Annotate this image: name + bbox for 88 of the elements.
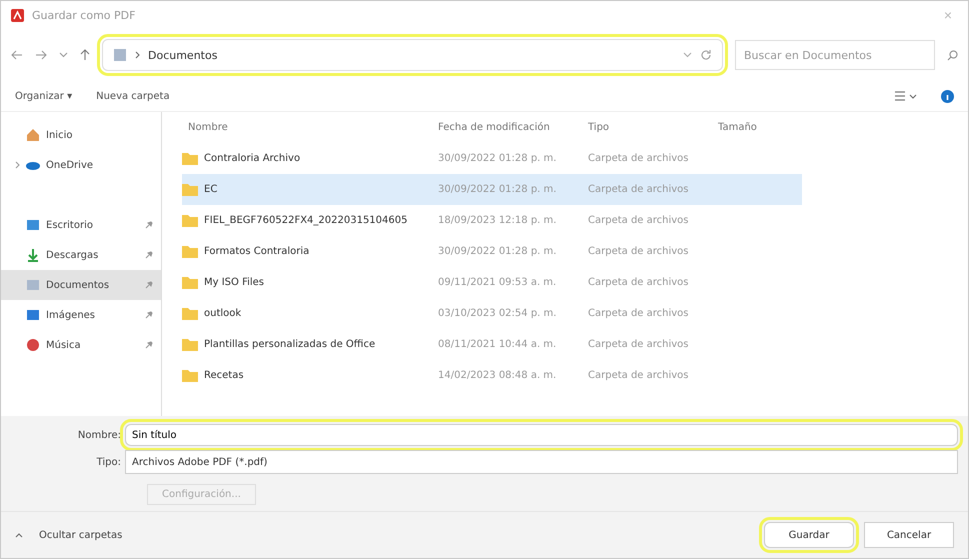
file-row[interactable]: outlook 03/10/2023 02:54 p. m. Carpeta de archivos [182, 298, 802, 329]
up-arrow-icon[interactable] [80, 49, 90, 61]
folder-icon [182, 183, 198, 196]
chevron-down-icon[interactable] [683, 52, 692, 58]
document-icon [113, 48, 127, 62]
filetype-dropdown[interactable]: Archivos Adobe PDF (*.pdf) [125, 450, 958, 474]
file-row[interactable]: My ISO Files 09/11/2021 09:53 a. m. Carpeta de archivos [182, 267, 802, 298]
folder-icon [182, 214, 198, 227]
type-cell-text: Carpeta de archivos [587, 215, 690, 226]
search-field[interactable]: Buscar en Documentos [735, 40, 935, 70]
new-folder-button[interactable]: Nueva carpeta [96, 90, 871, 102]
type-cell-text: Carpeta de archivos [587, 308, 690, 319]
date-cell-text: 30/09/2022 01:28 p. m. [437, 153, 558, 164]
chevron-right-icon [135, 51, 140, 59]
sidebar-label: Imágenes [46, 310, 96, 320]
chevron-down-icon[interactable] [59, 52, 68, 58]
folder-icon [182, 245, 198, 258]
column-header[interactable]: Tamaño [712, 122, 792, 133]
date-cell-text: 18/09/2023 12:18 p. m. [437, 215, 558, 226]
file-row[interactable]: Plantillas personalizadas de Office 08/11/2021 10:44 a. m. Carpeta de archivos [182, 329, 802, 360]
folder-icon [182, 307, 198, 320]
sidebar-item[interactable]: Imágenes [1, 300, 161, 330]
type-cell-text: Carpeta de archivos [587, 153, 690, 164]
sidebar-item[interactable]: Música [1, 330, 161, 360]
expand-chevron-icon[interactable] [15, 161, 20, 169]
image-icon [26, 308, 40, 322]
filename-label: Nombre: [76, 430, 121, 440]
sidebar-label: OneDrive [46, 160, 94, 170]
date-cell-text: 14/02/2023 08:48 a. m. [437, 370, 558, 381]
file-name: Recetas [182, 369, 432, 382]
forward-arrow-icon[interactable] [35, 50, 47, 60]
file-name: outlook [182, 307, 432, 320]
folder-icon [182, 276, 198, 289]
back-arrow-icon[interactable] [11, 50, 23, 60]
file-row[interactable]: EC 30/09/2022 01:28 p. m. Carpeta de archivos [182, 174, 802, 205]
date-cell-text: 30/09/2022 01:28 p. m. [437, 184, 558, 195]
file-row[interactable]: Recetas 14/02/2023 08:48 a. m. Carpeta de archivos [182, 360, 802, 391]
desktop-icon [26, 218, 40, 232]
file-name: Contraloria Archivo [182, 152, 432, 165]
sidebar-item[interactable]: Descargas [1, 240, 161, 270]
download-icon [26, 248, 40, 262]
search-icon[interactable] [947, 50, 958, 60]
cancel-button[interactable]: Cancelar [864, 522, 954, 548]
view-menu-icon[interactable] [895, 91, 917, 101]
file-name: EC [182, 183, 432, 196]
column-header[interactable]: Tipo [582, 122, 712, 133]
folder-icon [182, 369, 198, 382]
sidebar-item[interactable]: Documentos [1, 270, 161, 300]
sidebar-label: Inicio [46, 130, 74, 140]
date-cell-text: 08/11/2021 10:44 a. m. [437, 339, 558, 350]
document-icon [26, 278, 40, 292]
type-cell-text: Carpeta de archivos [587, 277, 690, 288]
file-row[interactable]: FIEL_BEGF760522FX4_20220315104605 18/09/2023 12:18 p. m. Carpeta de archivos [182, 205, 802, 236]
folder-icon [182, 152, 198, 165]
file-row[interactable]: Contraloria Archivo 30/09/2022 01:28 p. m. Carpeta de archivos [182, 143, 802, 174]
music-icon [26, 338, 40, 352]
file-name: Plantillas personalizadas de Office [182, 338, 432, 351]
help-icon[interactable] [941, 90, 954, 102]
sidebar-label: Escritorio [46, 220, 94, 230]
address-location: Documentos [148, 48, 218, 62]
file-name: My ISO Files [182, 276, 432, 289]
file-name: Formatos Contraloria [182, 245, 432, 258]
date-cell-text: 09/11/2021 09:53 a. m. [437, 277, 558, 288]
home-icon [26, 128, 40, 142]
column-header[interactable]: Fecha de modificación [432, 122, 582, 133]
pdf-icon [11, 8, 24, 22]
file-row[interactable]: Formatos Contraloria 30/09/2022 01:28 p. m. Carpeta de archivos [182, 236, 802, 267]
date-cell-text: 30/09/2022 01:28 p. m. [437, 246, 558, 257]
date-cell-text: 03/10/2023 02:54 p. m. [437, 308, 558, 319]
refresh-icon[interactable] [700, 49, 712, 61]
type-cell-text: Carpeta de archivos [587, 184, 690, 195]
column-header[interactable]: Nombre [182, 122, 432, 133]
window-title: Guardar como PDF [32, 8, 136, 22]
type-cell-text: Carpeta de archivos [587, 246, 690, 257]
file-name: FIEL_BEGF760522FX4_20220315104605 [182, 214, 432, 227]
type-cell-text: Carpeta de archivos [587, 370, 690, 381]
sidebar-item[interactable]: Escritorio [1, 210, 161, 240]
type-cell-text: Carpeta de archivos [587, 339, 690, 350]
sidebar-label: Música [46, 340, 82, 350]
filetype-label: Tipo: [96, 456, 121, 468]
folder-icon [182, 338, 198, 351]
sidebar-item[interactable]: OneDrive [1, 150, 161, 180]
sidebar-item[interactable]: Inicio [1, 120, 161, 150]
chevron-up-icon[interactable] [15, 532, 23, 538]
hide-folders-button[interactable]: Ocultar carpetas [33, 528, 754, 542]
sidebar-label: Descargas [46, 250, 100, 260]
sidebar-label: Documentos [46, 280, 110, 290]
organize-menu[interactable]: Organizar ▾ [15, 90, 72, 102]
